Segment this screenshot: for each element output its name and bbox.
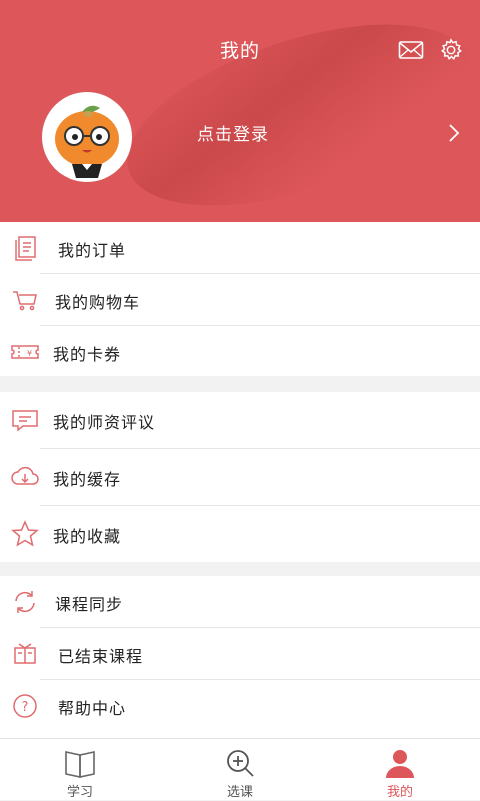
help-icon: ? [13, 694, 37, 718]
menu-item-label: 我的卡券 [53, 345, 122, 364]
menu-item-label: 帮助中心 [58, 699, 127, 718]
menu-item-favorites[interactable]: 我的收藏 [0, 506, 480, 562]
menu-item-finished-courses[interactable]: 已结束课程 [0, 628, 480, 680]
orders-icon [15, 236, 36, 261]
tab-label: 学习 [66, 785, 93, 800]
tab-study[interactable]: 学习 [0, 739, 160, 801]
book-icon [14, 643, 36, 664]
bottom-tab-bar: 学习 选课 我的 [0, 738, 480, 800]
search-plus-icon [227, 750, 254, 777]
menu-group-courses: 课程同步 已结束课程 ? 帮助中心 [0, 576, 480, 738]
header-background-decoration [105, 0, 480, 222]
menu-item-label: 我的师资评议 [53, 413, 156, 432]
menu-item-label: 已结束课程 [58, 647, 144, 666]
comment-icon [12, 410, 38, 432]
chevron-right-icon[interactable] [446, 122, 462, 144]
tab-course-selection[interactable]: 选课 [160, 739, 320, 801]
menu-item-label: 我的收藏 [53, 527, 122, 546]
cart-icon [13, 291, 37, 311]
menu-item-label: 课程同步 [55, 595, 124, 614]
user-icon [386, 750, 414, 778]
tab-label: 选课 [226, 785, 253, 800]
menu-group-account: 我的订单 我的购物车 ¥ 我的卡券 [0, 222, 480, 376]
coupon-icon: ¥ [11, 345, 39, 359]
svg-text:?: ? [22, 700, 29, 715]
gear-icon[interactable] [438, 38, 464, 62]
menu-item-teacher-reviews[interactable]: 我的师资评议 [0, 392, 480, 449]
orange-mascot-icon [55, 105, 119, 178]
star-icon [11, 520, 39, 547]
menu-item-cache[interactable]: 我的缓存 [0, 449, 480, 506]
mail-icon[interactable] [398, 38, 424, 62]
cloud-download-icon [11, 466, 39, 485]
menu-item-course-sync[interactable]: 课程同步 [0, 576, 480, 628]
avatar[interactable] [42, 92, 132, 182]
menu-item-coupons[interactable]: ¥ 我的卡券 [0, 326, 480, 378]
sync-icon [15, 591, 35, 613]
menu-item-help-center[interactable]: ? 帮助中心 [0, 680, 480, 732]
menu-item-label: 我的购物车 [55, 293, 141, 312]
menu-item-label: 我的订单 [58, 241, 127, 260]
svg-text:¥: ¥ [27, 349, 32, 358]
menu-item-cart[interactable]: 我的购物车 [0, 274, 480, 326]
menu-item-label: 我的缓存 [53, 470, 122, 489]
menu-group-activity: 我的师资评议 我的缓存 我的收藏 [0, 392, 480, 562]
profile-header: 我的 点击登录 [0, 0, 480, 222]
tab-mine[interactable]: 我的 [320, 739, 480, 801]
login-link[interactable]: 点击登录 [197, 120, 269, 145]
open-book-icon [65, 751, 95, 778]
menu-item-orders[interactable]: 我的订单 [0, 222, 480, 274]
tab-label: 我的 [386, 785, 413, 800]
